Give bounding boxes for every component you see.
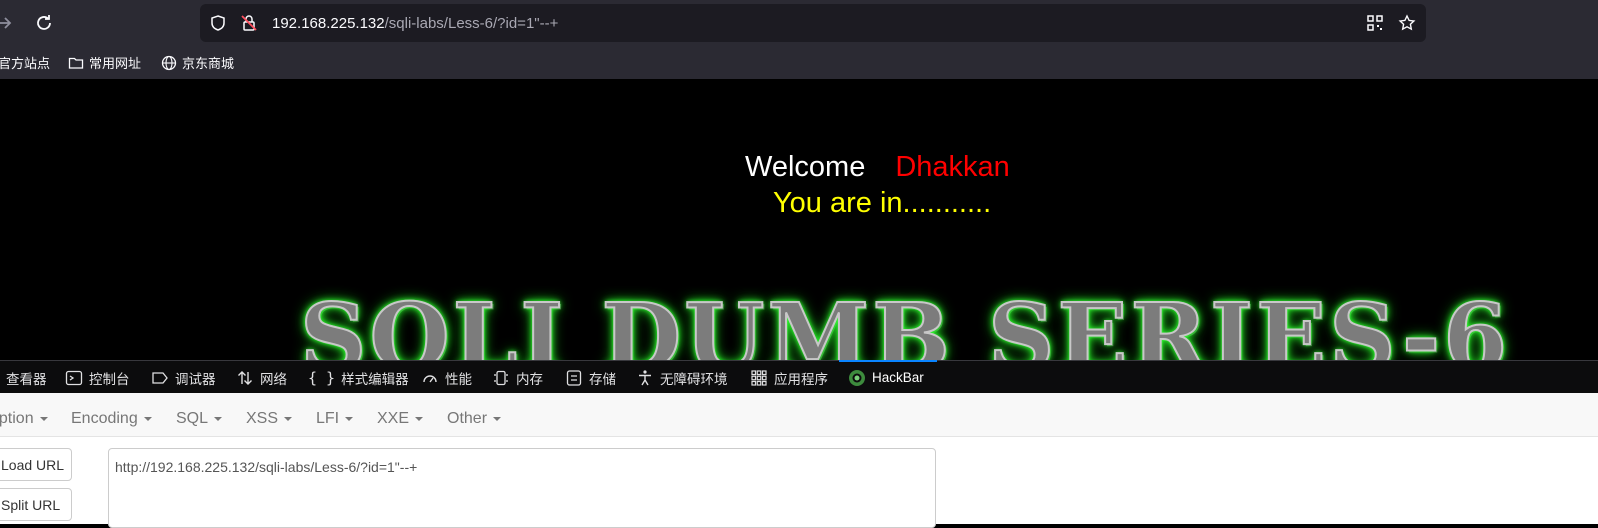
caret-down-icon — [143, 416, 152, 421]
tab-label: 存储 — [589, 371, 616, 387]
memory-icon — [494, 370, 508, 385]
tab-application[interactable]: 应用程序 — [750, 361, 828, 394]
tab-console[interactable]: 控制台 — [65, 361, 130, 394]
style-editor-icon: { } — [308, 368, 336, 387]
url-bar[interactable]: 192.168.225.132/sqli-labs/Less-6/?id=1"-… — [200, 4, 1426, 42]
tab-label: 样式编辑器 — [341, 371, 409, 387]
bookmark-label: 京东商城 — [182, 56, 235, 71]
bookmark-common-sites[interactable]: 常用网址 — [68, 53, 141, 72]
tab-label: 无障碍环境 — [660, 371, 728, 387]
caret-down-icon — [284, 416, 293, 421]
browser-toolbar: 192.168.225.132/sqli-labs/Less-6/?id=1"-… — [0, 0, 1598, 46]
load-url-button[interactable]: Load URL — [0, 448, 72, 481]
bookmarks-bar: 官方站点 常用网址 京东商城 — [0, 46, 1598, 79]
tab-storage[interactable]: 存储 — [565, 361, 616, 394]
bookmark-label: 官方站点 — [0, 56, 51, 71]
globe-icon — [161, 55, 177, 70]
menu-sql[interactable]: SQL — [176, 410, 223, 428]
tab-label: 内存 — [516, 371, 543, 387]
network-icon — [238, 370, 252, 385]
tab-label: 应用程序 — [774, 371, 828, 387]
devtools-tab-strip: 查看器 控制台 调试器 网络 { } 样式编辑器 性能 内存 存储 无障碍环境 … — [0, 360, 1598, 394]
tab-memory[interactable]: 内存 — [492, 361, 543, 394]
hackbar-menu: Encryption Encoding SQL XSS LFI XXE Othe… — [0, 393, 1598, 437]
menu-other[interactable]: Other — [447, 410, 502, 428]
url-path: /sqli-labs/Less-6/?id=1"--+ — [384, 15, 559, 32]
performance-icon — [423, 374, 437, 382]
tab-accessibility[interactable]: 无障碍环境 — [636, 361, 728, 394]
accessibility-icon — [639, 369, 651, 385]
shield-icon[interactable] — [209, 14, 227, 32]
status-message: You are in........... — [773, 187, 992, 219]
page-content: Welcome Dhakkan You are in........... SQL… — [0, 79, 1598, 360]
url-text[interactable]: 192.168.225.132/sqli-labs/Less-6/?id=1"-… — [272, 15, 558, 32]
bookmark-star-icon[interactable] — [1398, 14, 1416, 32]
tab-label: 查看器 — [6, 371, 47, 387]
menu-lfi[interactable]: LFI — [316, 410, 354, 428]
series-banner-image: SQLI DUMB SERIES-6 — [299, 283, 1511, 360]
storage-icon — [566, 369, 582, 386]
hackbar-icon — [849, 369, 865, 386]
url-textarea-value: http://192.168.225.132/sqli-labs/Less-6/… — [115, 459, 418, 475]
split-url-button[interactable]: Split URL — [0, 488, 72, 521]
debugger-icon — [152, 371, 168, 384]
tab-label: 性能 — [445, 371, 472, 387]
qr-code-icon[interactable] — [1366, 14, 1384, 32]
menu-xss[interactable]: XSS — [246, 410, 293, 428]
application-icon — [751, 369, 767, 386]
hackbar-panel: Encryption Encoding SQL XSS LFI XXE Othe… — [0, 393, 1598, 528]
tab-inspector[interactable]: 查看器 — [6, 361, 47, 394]
forward-arrow-icon[interactable] — [0, 11, 16, 35]
url-host: 192.168.225.132 — [272, 15, 385, 32]
caret-down-icon — [345, 416, 354, 421]
menu-xxe[interactable]: XXE — [377, 410, 424, 428]
insecure-lock-icon[interactable] — [240, 14, 258, 32]
bookmark-jd[interactable]: 京东商城 — [161, 53, 234, 72]
tab-label: HackBar — [872, 370, 924, 385]
menu-encoding[interactable]: Encoding — [71, 410, 152, 428]
caret-down-icon — [214, 416, 223, 421]
folder-icon — [68, 57, 84, 69]
tab-debugger[interactable]: 调试器 — [151, 361, 216, 394]
caret-down-icon — [39, 416, 48, 421]
tab-network[interactable]: 网络 — [236, 361, 287, 394]
welcome-text: Welcome — [745, 151, 866, 183]
tab-style-editor[interactable]: { } 样式编辑器 — [308, 361, 409, 394]
bookmark-official-site[interactable]: 官方站点 — [0, 53, 50, 72]
reload-icon[interactable] — [32, 11, 56, 35]
welcome-name: Dhakkan — [895, 151, 1010, 183]
hackbar-url-textarea[interactable]: http://192.168.225.132/sqli-labs/Less-6/… — [108, 448, 936, 528]
tab-label: 调试器 — [175, 371, 216, 387]
tab-label: 网络 — [260, 371, 287, 387]
caret-down-icon — [415, 416, 424, 421]
tab-performance[interactable]: 性能 — [421, 361, 472, 394]
welcome-line: Welcome Dhakkan — [745, 151, 1010, 184]
caret-down-icon — [493, 416, 502, 421]
menu-encryption[interactable]: Encryption — [0, 410, 48, 428]
tab-label: 控制台 — [89, 371, 130, 387]
console-icon — [65, 370, 83, 385]
tab-hackbar[interactable]: HackBar — [848, 361, 924, 394]
bookmark-label: 常用网址 — [89, 56, 142, 71]
